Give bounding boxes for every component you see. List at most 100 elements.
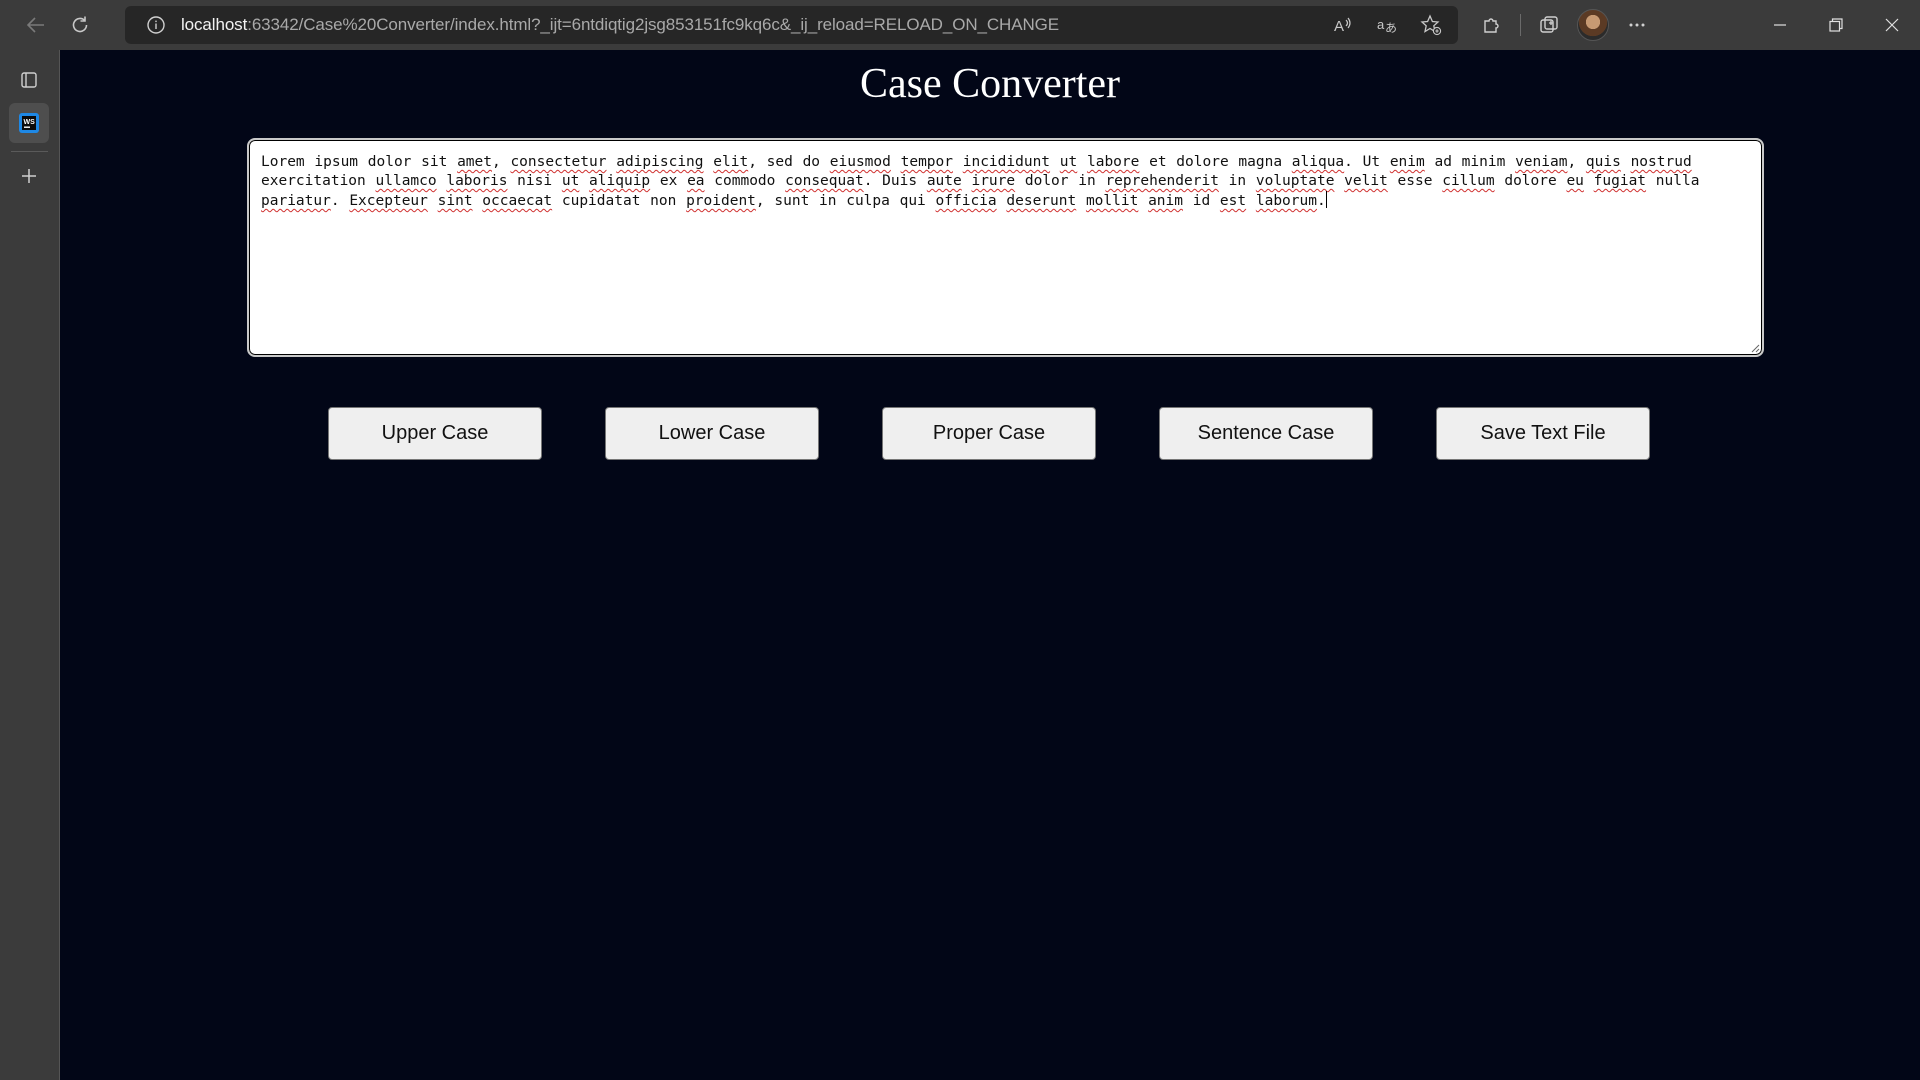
url-text[interactable]: localhost:63342/Case%20Converter/index.h… (181, 15, 1059, 35)
text-segment: ad minim (1424, 154, 1516, 170)
misspelled-word: Excepteur (349, 193, 428, 209)
text-segment (962, 173, 972, 189)
arrow-left-icon (26, 17, 44, 33)
lower-case-button[interactable]: Lower Case (605, 407, 819, 460)
resize-grip-icon[interactable] (1748, 341, 1760, 353)
text-segment: in (1218, 173, 1256, 189)
close-window-button[interactable] (1864, 0, 1920, 50)
translate-icon[interactable]: aあ (1376, 14, 1398, 36)
misspelled-word: ea (687, 173, 705, 189)
misspelled-word: pariatur (261, 193, 331, 209)
misspelled-word: labore (1086, 154, 1140, 170)
misspelled-word: amet (457, 154, 492, 170)
new-tab-button[interactable] (9, 156, 49, 196)
misspelled-word: voluptate (1255, 173, 1335, 189)
text-input-area[interactable]: Lorem ipsum dolor sit amet, consectetur … (247, 138, 1764, 357)
tab-actions-button[interactable] (9, 60, 49, 100)
text-segment (1077, 154, 1087, 170)
misspelled-word: tempor (900, 154, 953, 170)
text-segment (997, 193, 1007, 209)
misspelled-word: eu (1566, 173, 1584, 189)
reload-button[interactable] (58, 5, 102, 45)
text-segment: . Duis (863, 173, 927, 189)
minimize-button[interactable] (1752, 0, 1808, 50)
url-host: localhost (181, 15, 248, 34)
read-aloud-icon[interactable]: A (1332, 14, 1354, 36)
minimize-icon (1774, 24, 1786, 26)
misspelled-word: sint (437, 193, 473, 209)
proper-case-button[interactable]: Proper Case (882, 407, 1096, 460)
misspelled-word: ut (561, 173, 580, 189)
misspelled-word: ullamco (375, 173, 437, 189)
text-segment (1076, 193, 1086, 209)
text-input-content[interactable]: Lorem ipsum dolor sit amet, consectetur … (261, 153, 1751, 343)
text-segment (891, 154, 901, 170)
misspelled-word: proident (686, 193, 756, 209)
misspelled-word: aliquip (589, 173, 651, 189)
sentence-case-button[interactable]: Sentence Case (1159, 407, 1373, 460)
text-segment (953, 154, 963, 170)
text-segment: commodo (704, 173, 786, 189)
text-segment: nulla (1646, 173, 1700, 189)
text-segment (1050, 154, 1060, 170)
text-segment (1621, 154, 1631, 170)
misspelled-word: deserunt (1006, 193, 1077, 209)
text-segment: . (1316, 193, 1326, 209)
text-segment (1138, 193, 1148, 209)
text-segment (428, 193, 438, 209)
collections-button[interactable] (1527, 5, 1571, 45)
more-menu-button[interactable] (1615, 5, 1659, 45)
misspelled-word: anim (1148, 193, 1183, 209)
close-icon (1885, 18, 1899, 32)
text-segment: Lorem ipsum dolor sit (261, 154, 458, 170)
text-segment (606, 154, 616, 170)
text-segment: exercitation (261, 173, 376, 189)
misspelled-word: ut (1059, 154, 1078, 170)
misspelled-word: fugiat (1593, 173, 1647, 189)
text-segment: , sunt in culpa qui (755, 193, 936, 209)
restore-button[interactable] (1808, 0, 1864, 50)
text-segment: . Ut (1344, 154, 1390, 170)
tab-actions-icon (21, 72, 37, 88)
address-bar[interactable]: localhost:63342/Case%20Converter/index.h… (125, 6, 1458, 44)
text-segment: ex (650, 173, 688, 189)
plus-icon (22, 169, 36, 183)
text-segment (473, 193, 483, 209)
text-segment (1584, 173, 1594, 189)
misspelled-word: est (1219, 193, 1247, 209)
misspelled-word: aliqua (1291, 154, 1345, 170)
text-segment: , (491, 154, 511, 170)
text-segment: , (1567, 154, 1586, 170)
profile-button[interactable] (1571, 5, 1615, 45)
page-content: Case Converter Lorem ipsum dolor sit ame… (60, 50, 1920, 1080)
reload-icon (72, 16, 88, 33)
misspelled-word: cillum (1442, 173, 1495, 189)
text-segment (437, 173, 447, 189)
text-segment: nisi (507, 173, 562, 189)
text-segment: esse (1387, 173, 1443, 189)
text-segment: , sed do (748, 154, 830, 170)
text-segment (704, 154, 714, 170)
upper-case-button[interactable]: Upper Case (328, 407, 542, 460)
text-segment: . (330, 193, 350, 209)
misspelled-word: officia (935, 193, 997, 209)
collections-icon (1540, 16, 1558, 33)
misspelled-word: elit (713, 154, 749, 170)
text-segment: cupidatat non (552, 193, 687, 209)
text-segment: dolor in (1015, 173, 1106, 189)
extensions-button[interactable] (1470, 5, 1514, 45)
favorite-add-icon[interactable] (1420, 14, 1442, 36)
tab-case-converter[interactable]: WS (9, 103, 49, 143)
save-text-file-button[interactable]: Save Text File (1436, 407, 1650, 460)
misspelled-word: incididunt (962, 154, 1051, 170)
url-path: :63342/Case%20Converter/index.html?_ijt=… (247, 15, 1060, 34)
misspelled-word: consectetur (510, 154, 607, 170)
misspelled-word: occaecat (482, 193, 553, 209)
misspelled-word: reprehenderit (1105, 173, 1219, 189)
back-button[interactable] (14, 5, 58, 45)
avatar (1577, 9, 1609, 41)
misspelled-word: aute (926, 173, 962, 189)
more-horizontal-icon (1629, 23, 1645, 27)
site-info-icon[interactable] (145, 14, 167, 36)
misspelled-word: laborum (1255, 193, 1317, 209)
